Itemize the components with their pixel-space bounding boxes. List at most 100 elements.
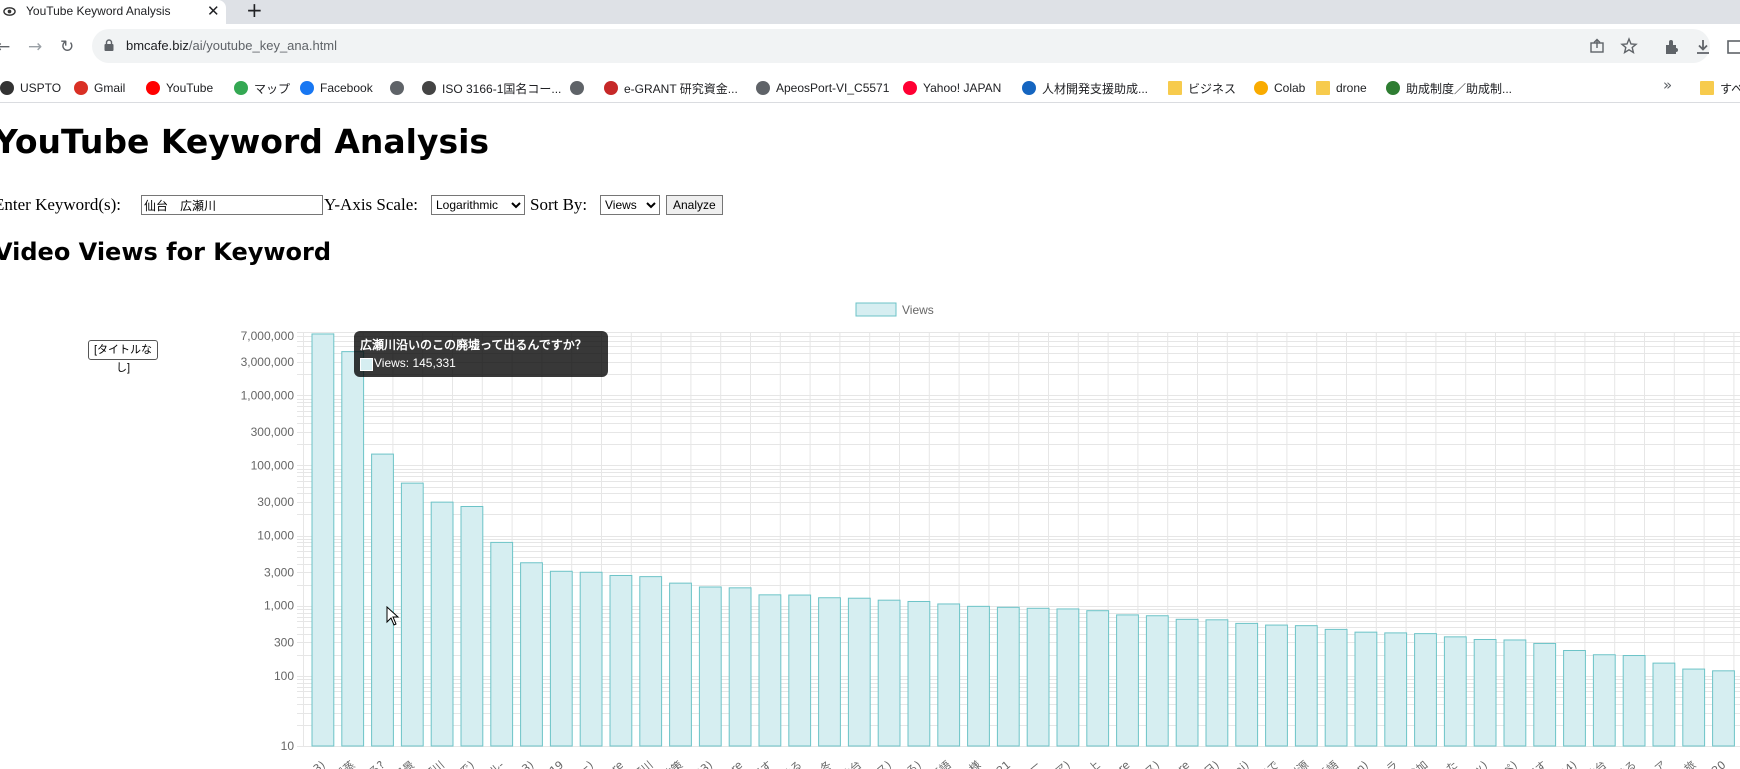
- share-icon[interactable]: [1588, 37, 1606, 55]
- iso-icon: [422, 81, 436, 95]
- url-path: /ai/youtube_key_ana.html: [188, 38, 338, 53]
- y-tick-label: 30,000: [257, 495, 294, 509]
- tab-title: YouTube Keyword Analysis: [26, 4, 171, 18]
- x-tick-label: (ai): [1229, 758, 1251, 769]
- window-icon[interactable]: [1726, 38, 1740, 56]
- eye-favicon-icon: [3, 7, 16, 16]
- x-tick-label: ア: [1652, 758, 1669, 769]
- bar: [1473, 639, 1497, 747]
- bookmark-item[interactable]: Colab: [1254, 79, 1305, 97]
- bookmark-item[interactable]: ISO 3166-1国名コー...: [422, 79, 561, 97]
- x-tick-label: 渓蒸: [332, 758, 357, 769]
- bookmark-item[interactable]: drone: [1316, 79, 1367, 97]
- keyword-input[interactable]: [141, 195, 323, 215]
- bookmark-item[interactable]: [390, 79, 410, 97]
- plus-icon[interactable]: +: [246, 0, 263, 22]
- bar: [430, 501, 454, 747]
- x-tick-label: 3): [311, 758, 328, 769]
- y-tick-label: 3,000,000: [241, 355, 295, 369]
- bar: [1265, 624, 1288, 747]
- star-icon[interactable]: [1620, 37, 1638, 55]
- x-tick-label: 21: [994, 758, 1013, 769]
- bookmark-label: USPTO: [20, 81, 62, 95]
- bar: [520, 562, 543, 747]
- x-tick-label: まで: [1256, 758, 1281, 769]
- bar: [937, 603, 961, 747]
- bookmark-label: 助成制度／助成制...: [1406, 81, 1513, 96]
- reload-icon[interactable]: ↻: [60, 37, 74, 57]
- x-tick-label: 日): [1202, 758, 1222, 769]
- bookmark-item[interactable]: 人材開発支援助成...: [1022, 79, 1148, 97]
- extensions-icon[interactable]: [1663, 38, 1681, 56]
- bookmark-label: すべ: [1720, 81, 1740, 96]
- bar: [460, 505, 484, 747]
- close-tab-icon[interactable]: ✕: [207, 2, 220, 20]
- bar: [1384, 632, 1408, 747]
- y-tick-label: 300: [274, 635, 294, 649]
- keyword-label: Enter Keyword(s):: [0, 195, 121, 214]
- y-tick-label: 7,000,000: [241, 329, 295, 343]
- y-tick-label: 1,000: [264, 599, 294, 613]
- bar: [1175, 618, 1199, 747]
- bookmark-item[interactable]: YouTube: [146, 79, 213, 97]
- x-tick-label: ture: [1107, 758, 1133, 769]
- folder-icon: [1700, 81, 1714, 95]
- browser-tab[interactable]: YouTube Keyword Analysis ✕: [0, 0, 226, 24]
- bar: [1622, 655, 1646, 747]
- bookmark-item[interactable]: Yahoo! JAPAN: [903, 79, 1001, 97]
- bar: [579, 571, 603, 747]
- bookmark-item[interactable]: 助成制度／助成制...: [1386, 79, 1512, 97]
- legend-swatch: [855, 302, 897, 317]
- download-icon[interactable]: [1694, 38, 1712, 56]
- views-bar-chart: 10 100 300 1,000 3,000 10,000 30,000 100,000 300…: [241, 302, 1740, 769]
- bookmark-label: ApeosPort-VI_C5571: [776, 81, 890, 95]
- bookmark-label: ISO 3166-1国名コー...: [442, 81, 562, 96]
- bookmark-item[interactable]: ApeosPort-VI_C5571: [756, 79, 889, 97]
- x-tick-label: ペ): [1500, 758, 1520, 769]
- x-tick-label: 伝語: [928, 758, 954, 769]
- scale-select[interactable]: Logarithmic: [431, 195, 525, 215]
- analyze-button[interactable]: Analyze: [666, 195, 723, 215]
- bookmark-item[interactable]: すべ: [1700, 79, 1740, 97]
- x-tick-label: の様: [958, 758, 984, 769]
- bookmark-item[interactable]: ビジネス: [1168, 79, 1236, 97]
- bar: [1086, 610, 1110, 747]
- x-tick-label: せる: [779, 758, 804, 769]
- x-tick-label: で): [457, 758, 477, 769]
- y-tick-label: 300,000: [251, 425, 295, 439]
- bookmark-item[interactable]: Facebook: [300, 79, 373, 97]
- bookmark-item[interactable]: Gmail: [74, 79, 125, 97]
- y-tick-label: 10: [281, 739, 295, 753]
- bar: [967, 605, 990, 747]
- address-bar[interactable]: bmcafe.biz/ai/youtube_key_ana.html: [92, 29, 1710, 63]
- bar: [1235, 622, 1259, 747]
- bookmark-item[interactable]: マップ: [234, 79, 290, 97]
- more-bookmarks-icon[interactable]: »: [1663, 76, 1672, 94]
- bookmark-label: Facebook: [320, 81, 373, 95]
- bar: [669, 582, 692, 747]
- globe-icon: [570, 81, 584, 95]
- forward-arrow-icon[interactable]: →: [28, 37, 42, 57]
- page-title: YouTube Keyword Analysis: [0, 122, 490, 161]
- bookmark-item[interactable]: [570, 79, 590, 97]
- bar: [400, 482, 424, 747]
- bookmark-label: YouTube: [166, 81, 214, 95]
- bar: [1563, 649, 1586, 747]
- x-tick-label: ッ): [1470, 758, 1490, 769]
- bookmark-label: Colab: [1274, 81, 1306, 95]
- x-tick-label: 3): [519, 758, 536, 769]
- youtube-icon: [146, 81, 160, 95]
- x-tick-label: 24): [1557, 758, 1579, 769]
- lock-icon: [104, 39, 114, 51]
- bar: [1056, 608, 1080, 747]
- browser-toolbar: ← → ↻ bmcafe.biz/ai/youtube_key_ana.html: [0, 24, 1740, 72]
- bookmark-item[interactable]: USPTO: [0, 79, 61, 97]
- bar: [1712, 670, 1735, 747]
- bar: [698, 586, 722, 747]
- x-tick-label: ー: [1026, 758, 1043, 769]
- bookmark-item[interactable]: e-GRANT 研究資金...: [604, 79, 738, 97]
- bar: [1205, 619, 1229, 747]
- sort-select[interactable]: Views: [600, 195, 660, 215]
- back-arrow-icon[interactable]: ←: [0, 37, 10, 57]
- x-tick-label: 風景: [392, 758, 417, 769]
